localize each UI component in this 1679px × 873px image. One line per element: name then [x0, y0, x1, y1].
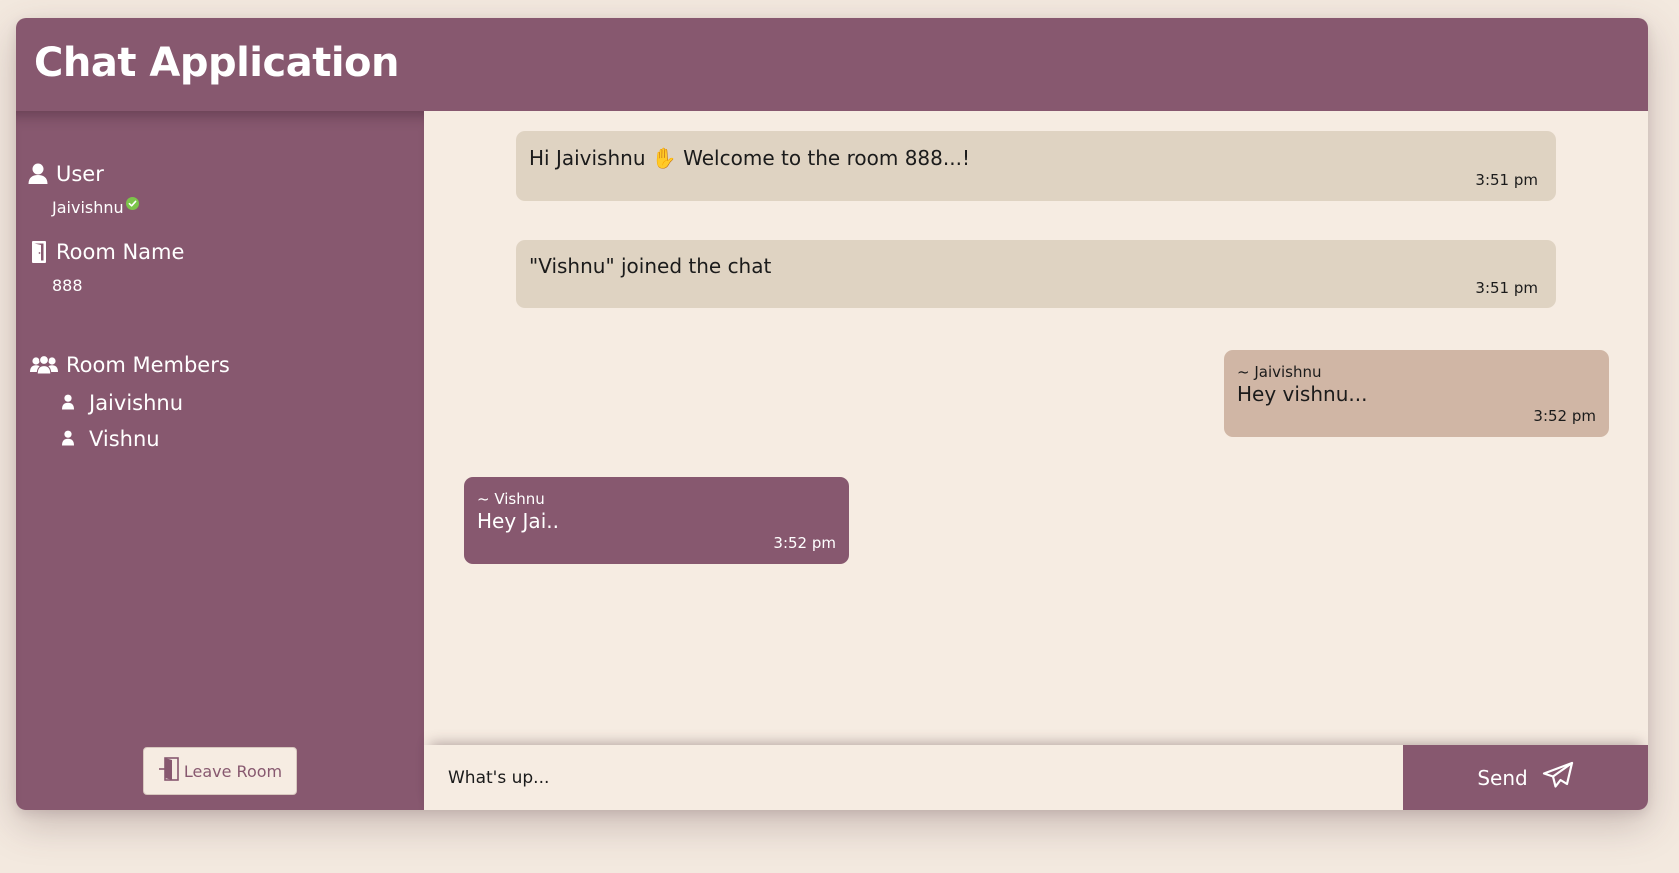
message-time: 3:51 pm [1475, 171, 1538, 189]
member-name: Jaivishnu [89, 391, 184, 415]
message-sender: ~ Vishnu [477, 490, 545, 508]
message-text: "Vishnu" joined the chat [529, 254, 772, 278]
member-item: Jaivishnu [61, 390, 183, 416]
message-time: 3:52 pm [1533, 407, 1596, 425]
user-heading: User [28, 161, 104, 187]
message-composer: Send [424, 745, 1648, 810]
room-heading: Room Name [30, 239, 184, 265]
incoming-message: ~ Vishnu Hey Jai.. 3:52 pm [464, 477, 849, 564]
room-name-value: 888 [52, 276, 83, 295]
send-button-label: Send [1477, 765, 1528, 790]
message-time: 3:52 pm [773, 534, 836, 552]
user-small-icon [61, 390, 75, 416]
message-text-part: Welcome to the room 888...! [683, 146, 970, 170]
user-heading-label: User [56, 162, 104, 186]
system-message: Hi Jaivishnu ✋ Welcome to the room 888..… [516, 131, 1556, 201]
sidebar: User Jaivishnu Room Name 888 Room Member… [16, 111, 424, 810]
message-text: Hi Jaivishnu ✋ Welcome to the room 888..… [529, 145, 970, 171]
leave-room-button[interactable]: Leave Room [143, 747, 297, 795]
user-small-icon [61, 426, 75, 452]
chat-app-window: Chat Application User Jaivishnu Room Nam… [16, 18, 1648, 810]
message-sender: ~ Jaivishnu [1237, 363, 1322, 381]
paper-plane-icon [1542, 761, 1574, 794]
message-time: 3:51 pm [1475, 279, 1538, 297]
member-item: Vishnu [61, 426, 160, 452]
current-user: Jaivishnu [52, 195, 139, 218]
send-button[interactable]: Send [1403, 745, 1648, 810]
room-heading-label: Room Name [56, 240, 185, 264]
message-text-part: Hi Jaivishnu [529, 146, 646, 170]
leave-room-label: Leave Room [183, 761, 283, 781]
app-title: Chat Application [34, 40, 400, 86]
door-icon [30, 240, 48, 264]
own-message: ~ Jaivishnu Hey vishnu... 3:52 pm [1224, 350, 1609, 437]
exit-door-icon [158, 757, 180, 785]
current-user-name: Jaivishnu [52, 198, 124, 217]
message-text: Hey Jai.. [477, 509, 559, 533]
system-message: "Vishnu" joined the chat 3:51 pm [516, 240, 1556, 308]
message-input[interactable] [424, 745, 1403, 810]
app-header: Chat Application [16, 18, 1648, 111]
message-text: Hey vishnu... [1237, 382, 1368, 406]
message-list[interactable]: Hi Jaivishnu ✋ Welcome to the room 888..… [424, 111, 1648, 745]
members-heading: Room Members [30, 352, 230, 378]
member-name: Vishnu [89, 427, 160, 451]
check-circle-icon [125, 195, 139, 215]
waving-hand-icon: ✋ [651, 146, 677, 170]
members-heading-label: Room Members [66, 353, 230, 377]
users-icon [30, 355, 58, 375]
user-icon [28, 163, 48, 185]
